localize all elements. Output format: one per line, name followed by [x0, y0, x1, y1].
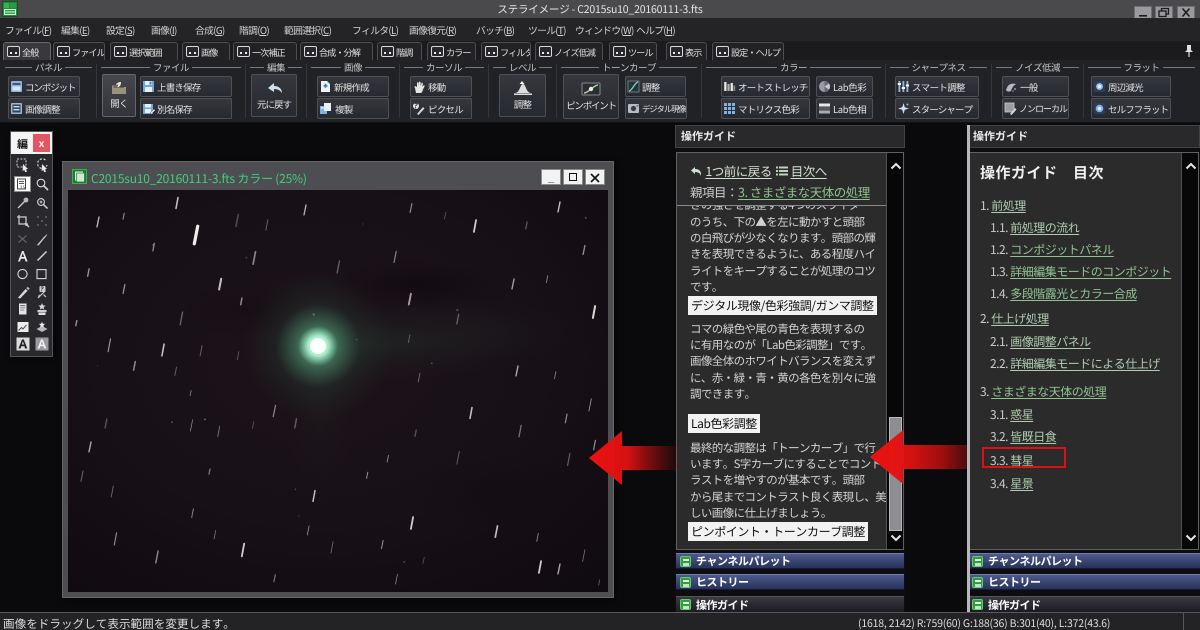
svg-text:25: 25	[20, 185, 25, 191]
